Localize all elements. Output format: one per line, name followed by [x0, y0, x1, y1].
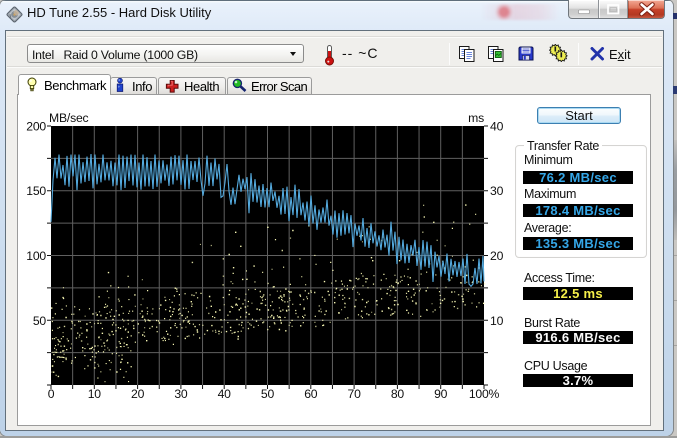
svg-text:ms: ms	[468, 111, 484, 125]
svg-text:200: 200	[26, 120, 46, 134]
svg-text:150: 150	[26, 184, 46, 198]
svg-text:20: 20	[131, 387, 145, 401]
svg-text:20: 20	[490, 249, 504, 263]
svg-text:10: 10	[88, 387, 102, 401]
svg-text:0: 0	[48, 387, 55, 401]
svg-text:50: 50	[261, 387, 275, 401]
svg-text:50: 50	[33, 314, 47, 328]
svg-text:70: 70	[348, 387, 362, 401]
svg-text:40: 40	[218, 387, 232, 401]
svg-text:80: 80	[391, 387, 405, 401]
svg-text:100: 100	[26, 249, 46, 263]
svg-text:90: 90	[434, 387, 448, 401]
svg-text:MB/sec: MB/sec	[49, 111, 89, 125]
svg-text:30: 30	[490, 184, 504, 198]
svg-text:60: 60	[304, 387, 318, 401]
svg-text:30: 30	[174, 387, 188, 401]
svg-text:40: 40	[490, 120, 504, 134]
svg-text:100%: 100%	[469, 387, 500, 401]
svg-text:10: 10	[490, 314, 504, 328]
